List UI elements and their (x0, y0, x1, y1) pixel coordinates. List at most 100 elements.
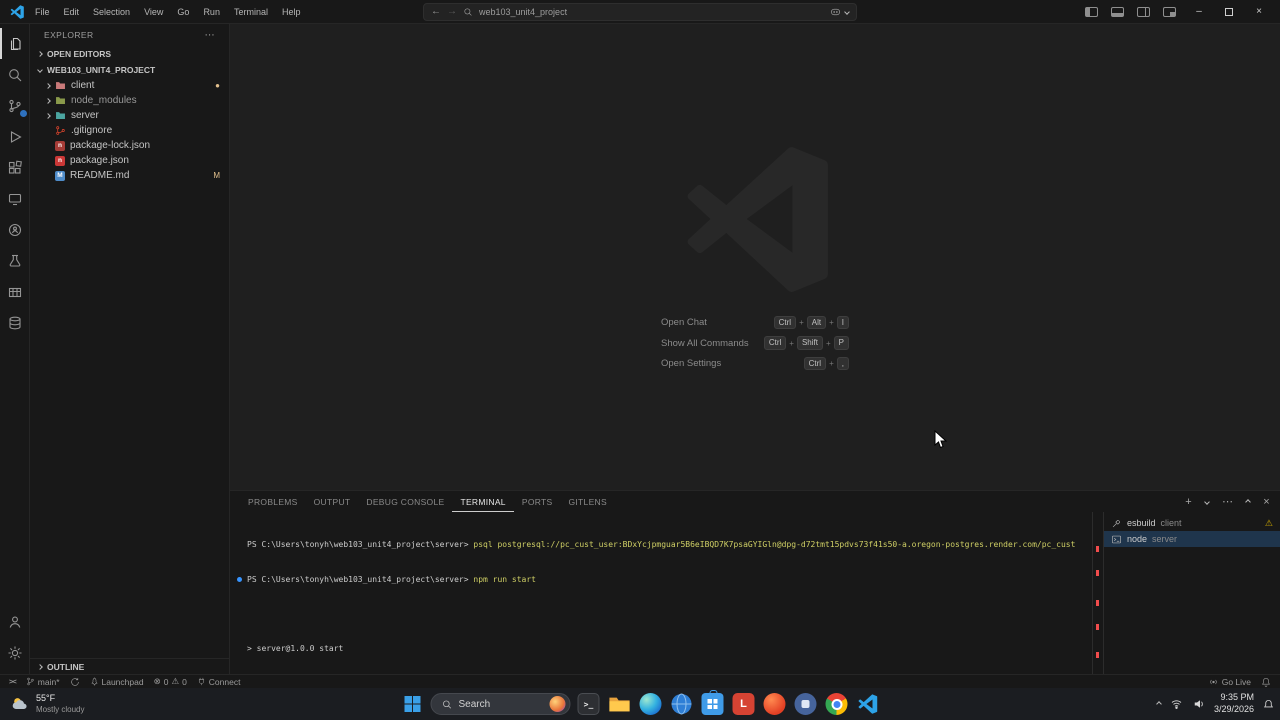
weather-icon (12, 698, 27, 710)
terminal-output[interactable]: PS C:\Users\tonyh\web103_unit4_project\s… (230, 512, 1092, 674)
search-icon[interactable] (0, 59, 30, 90)
terminal-line: > server@1.0.0 start (247, 643, 344, 653)
go-live-item[interactable]: Go Live (1203, 677, 1256, 687)
menu-view[interactable]: View (137, 4, 170, 20)
tree-item-server[interactable]: server (30, 108, 229, 123)
notifications-bell-icon[interactable] (1256, 677, 1276, 687)
tree-item-readme[interactable]: M README.md M (30, 168, 229, 183)
forward-icon[interactable]: → (447, 7, 457, 17)
command-center[interactable]: ← → web103_unit4_project (423, 3, 857, 21)
folder-icon (56, 82, 65, 89)
folder-icon (56, 112, 65, 119)
tab-output[interactable]: OUTPUT (306, 491, 359, 512)
new-terminal-icon[interactable]: + (1185, 496, 1192, 508)
extensions-icon[interactable] (0, 152, 30, 183)
titlebar: File Edit Selection View Go Run Terminal… (0, 0, 1280, 24)
terminal-item-node[interactable]: node server (1104, 531, 1280, 547)
tree-item-package-lock[interactable]: n package-lock.json (30, 138, 229, 153)
menu-help[interactable]: Help (275, 4, 308, 20)
sqltools-connect-item[interactable]: Connect (192, 675, 246, 688)
maximize-panel-icon[interactable] (1245, 498, 1252, 505)
tab-debug-console[interactable]: DEBUG CONSOLE (358, 491, 452, 512)
globe-browser-app-icon[interactable] (669, 691, 695, 717)
minimize-button[interactable]: – (1184, 0, 1214, 24)
menu-selection[interactable]: Selection (86, 4, 137, 20)
terminal-item-esbuild[interactable]: esbuild client ⚠ (1104, 515, 1280, 531)
blue-app-icon[interactable] (793, 691, 819, 717)
red-app-icon[interactable]: L (731, 691, 757, 717)
search-icon (464, 8, 472, 16)
problems-item[interactable]: ⊗ 0 ⚠ 0 (149, 675, 192, 688)
open-editors-section[interactable]: OPEN EDITORS (30, 46, 229, 62)
account-icon[interactable] (0, 606, 30, 637)
vscode-app-icon[interactable] (855, 691, 881, 717)
chevron-down-icon (37, 67, 43, 73)
menu-run[interactable]: Run (196, 4, 227, 20)
git-branch-item[interactable]: main* (21, 675, 65, 688)
file-explorer-app-icon[interactable] (607, 691, 633, 717)
tree-item-client[interactable]: client ● (30, 78, 229, 93)
windows-logo-icon (404, 696, 421, 712)
volume-icon[interactable] (1192, 698, 1205, 710)
taskbar-search-box[interactable]: Search (430, 693, 571, 715)
close-panel-icon[interactable]: × (1263, 496, 1270, 508)
tree-item-node-modules[interactable]: node_modules (30, 93, 229, 108)
chevron-right-icon (37, 663, 43, 670)
windows-terminal-app-icon[interactable]: >_ (576, 691, 602, 717)
outline-section[interactable]: OUTLINE (30, 658, 229, 674)
tab-gitlens[interactable]: GITLENS (560, 491, 614, 512)
tab-problems[interactable]: PROBLEMS (240, 491, 306, 512)
menu-go[interactable]: Go (170, 4, 196, 20)
remote-explorer-icon[interactable] (0, 183, 30, 214)
containers-icon[interactable] (0, 276, 30, 307)
maximize-button[interactable] (1214, 0, 1244, 24)
menu-terminal[interactable]: Terminal (227, 4, 275, 20)
tree-item-gitignore[interactable]: .gitignore (30, 123, 229, 138)
customize-layout-icon[interactable] (1163, 6, 1176, 17)
hidden-icons-chevron[interactable] (1156, 701, 1162, 707)
launch-profile-dropdown-icon[interactable] (1204, 498, 1210, 505)
sync-changes-item[interactable] (65, 675, 85, 688)
chevron-down-icon[interactable] (844, 9, 850, 15)
explorer-icon[interactable] (0, 28, 30, 59)
menu-edit[interactable]: Edit (57, 4, 87, 20)
toggle-primary-sidebar-icon[interactable] (1085, 6, 1098, 17)
orange-app-icon[interactable] (762, 691, 788, 717)
markdown-icon: M (55, 170, 65, 181)
gitlens-launchpad-item[interactable]: Launchpad (85, 675, 149, 688)
activity-bar (0, 24, 30, 674)
start-button[interactable] (400, 691, 426, 717)
chrome-app-icon[interactable] (824, 691, 850, 717)
clock[interactable]: 9:35 PM 3/29/2026 (1214, 692, 1254, 715)
sidebar-title: EXPLORER (44, 30, 94, 40)
terminal-overview-ruler[interactable] (1092, 512, 1103, 674)
weather-widget[interactable]: 55°F Mostly cloudy (10, 693, 84, 715)
close-button[interactable]: × (1244, 0, 1274, 24)
menu-file[interactable]: File (28, 4, 57, 20)
windows-taskbar: 55°F Mostly cloudy Search >_ L 9:35 PM 3… (0, 688, 1280, 720)
copilot-icon[interactable] (830, 7, 841, 17)
views-more-actions-icon[interactable]: ⋯ (205, 30, 215, 41)
testing-icon[interactable] (0, 245, 30, 276)
shortcut-label: Open Settings (661, 358, 722, 370)
tab-ports[interactable]: PORTS (514, 491, 561, 512)
remote-indicator[interactable]: >< (4, 675, 21, 688)
toggle-secondary-sidebar-icon[interactable] (1137, 6, 1150, 17)
tree-item-package-json[interactable]: n package.json (30, 153, 229, 168)
source-control-icon[interactable] (0, 90, 30, 121)
back-icon[interactable]: ← (431, 7, 441, 17)
store-app-icon[interactable] (700, 690, 726, 717)
more-actions-icon[interactable]: ⋯ (1222, 495, 1233, 508)
wifi-icon[interactable] (1170, 698, 1183, 710)
search-highlight-icon[interactable] (549, 696, 566, 712)
database-icon[interactable] (0, 307, 30, 338)
tab-terminal[interactable]: TERMINAL (452, 491, 513, 512)
command-decoration-icon[interactable] (237, 576, 242, 582)
toggle-panel-icon[interactable] (1111, 6, 1124, 17)
notification-bell-icon[interactable] (1263, 699, 1274, 710)
settings-gear-icon[interactable] (0, 637, 30, 668)
edge-app-icon[interactable] (638, 691, 664, 717)
live-share-icon[interactable] (0, 214, 30, 245)
workspace-root-row[interactable]: WEB103_UNIT4_PROJECT (30, 62, 229, 78)
run-and-debug-icon[interactable] (0, 121, 30, 152)
